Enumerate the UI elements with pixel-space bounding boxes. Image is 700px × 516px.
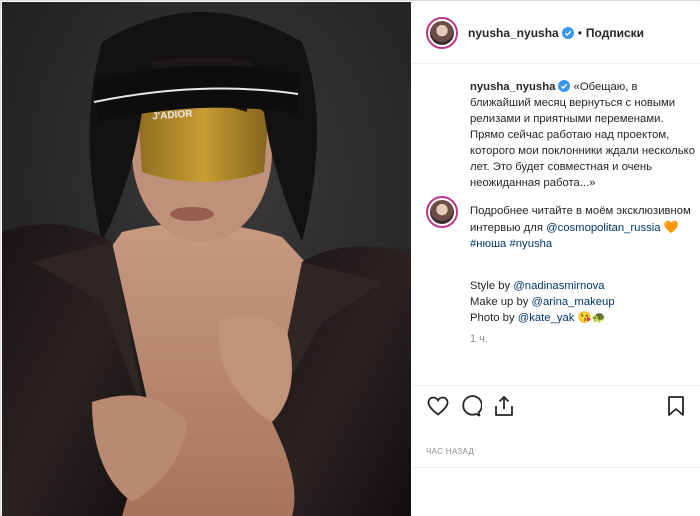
credit-makeup: Make up by @arina_makeup	[470, 294, 696, 310]
verified-badge-icon	[561, 26, 574, 39]
caption-paragraph-2: Подробнее читайте в моём эксклюзивном ин…	[470, 203, 696, 252]
comment-button[interactable]	[458, 394, 483, 418]
credit-style-user[interactable]: @nadinasmirnova	[513, 280, 604, 292]
author-avatar[interactable]	[426, 16, 458, 49]
header-separator: •	[577, 25, 582, 40]
hashtag-nyusha[interactable]: #nyusha	[509, 238, 552, 250]
avatar-image	[430, 20, 454, 45]
credit-emojis: 😘🐢	[577, 312, 606, 324]
credit-style-label: Style by	[470, 280, 511, 292]
post-side-panel: nyusha_nyusha • Подписки nyusha_nyusha «…	[412, 2, 700, 516]
comments-area: nyusha_nyusha «Обещаю, в ближайший месяц…	[412, 65, 700, 385]
action-bar	[412, 385, 700, 425]
like-button[interactable]	[426, 394, 450, 418]
heart-outline-icon	[427, 396, 449, 416]
caption-username[interactable]: nyusha_nyusha	[470, 81, 555, 93]
credit-photo: Photo by @kate_yak 😘🐢	[470, 310, 696, 326]
caption-avatar-placeholder	[426, 79, 458, 111]
instagram-post-frame: J'ADIOR nyusha_nyusha • Подписки nyusha_…	[0, 0, 700, 516]
hashtag-nyusha-ru[interactable]: #нюша	[470, 238, 506, 250]
share-button[interactable]	[492, 394, 516, 418]
credit-makeup-label: Make up by	[470, 296, 529, 308]
credit-photo-user[interactable]: @kate_yak	[518, 312, 575, 324]
caption-avatar-image	[430, 200, 454, 224]
caption-avatar[interactable]	[426, 196, 458, 228]
author-username[interactable]: nyusha_nyusha	[468, 26, 559, 40]
caption-time-ago: 1 ч.	[470, 333, 488, 345]
caption-paragraph-1: nyusha_nyusha «Обещаю, в ближайший месяц…	[470, 79, 696, 191]
credits: Style by @nadinasmirnova Make up by @ari…	[470, 278, 696, 326]
caption-verified-icon	[558, 80, 571, 92]
save-button[interactable]	[664, 394, 688, 418]
post-photo[interactable]: J'ADIOR	[2, 2, 411, 516]
caption-text-1: «Обещаю, в ближайший месяц вернуться с н…	[470, 81, 696, 189]
following-button[interactable]: Подписки	[586, 26, 644, 40]
credit-makeup-user[interactable]: @arina_makeup	[532, 296, 615, 308]
mention-cosmopolitan[interactable]: @cosmopolitan_russia	[546, 222, 660, 234]
caption-avatar-ring	[426, 196, 458, 228]
post-photo-art: J'ADIOR	[2, 2, 411, 516]
share-upload-icon	[495, 396, 513, 416]
speech-bubble-icon	[462, 395, 483, 417]
credit-style: Style by @nadinasmirnova	[470, 278, 696, 294]
bookmark-icon	[668, 396, 684, 416]
post-timestamp: час назад	[426, 447, 475, 456]
credit-photo-label: Photo by	[470, 312, 515, 324]
post-header: nyusha_nyusha • Подписки	[412, 2, 700, 64]
orange-heart-emoji: 🧡	[663, 220, 679, 234]
add-comment-area[interactable]	[412, 467, 700, 516]
